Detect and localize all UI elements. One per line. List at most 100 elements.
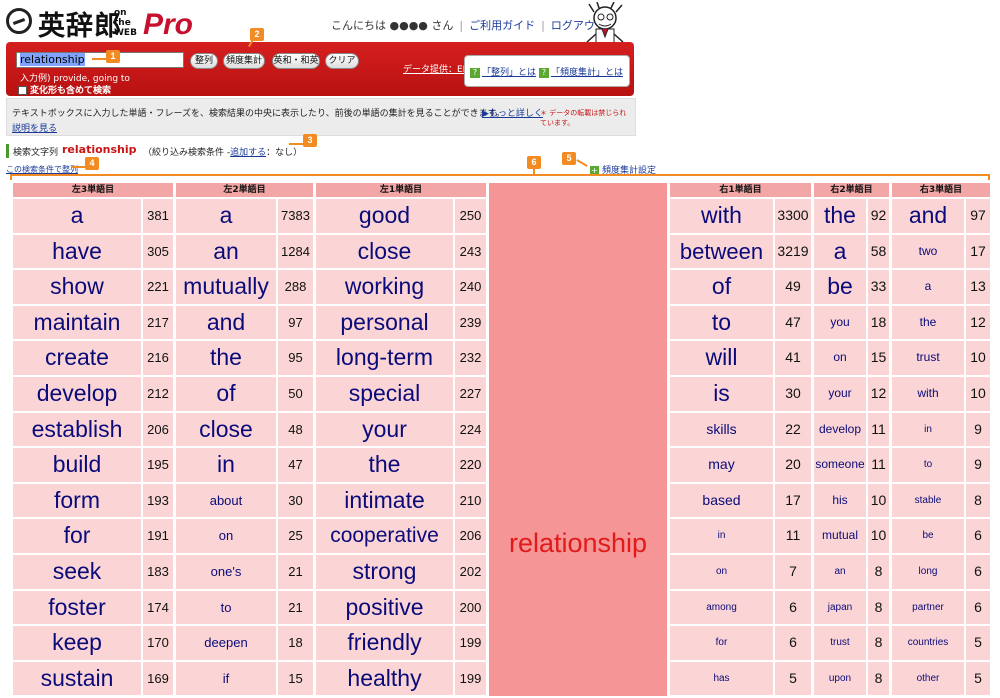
right1-word[interactable]: has <box>670 661 773 696</box>
right1-word[interactable]: skills <box>670 412 773 447</box>
dictionary-button[interactable]: 英和・和英 <box>272 53 320 69</box>
guide-link[interactable]: ご利用ガイド <box>469 19 535 32</box>
left1-word[interactable]: positive <box>316 590 453 625</box>
right1-word[interactable]: between <box>670 234 773 269</box>
more-details-link[interactable]: ▶もっと詳しく <box>482 106 543 119</box>
right2-word[interactable]: you <box>814 305 866 340</box>
frequency-button[interactable]: 頻度集計 <box>223 53 265 69</box>
left3-word[interactable]: form <box>13 483 141 518</box>
left2-word[interactable]: about <box>176 483 276 518</box>
left2-word[interactable]: close <box>176 412 276 447</box>
left2-word[interactable]: on <box>176 519 276 553</box>
right3-word[interactable]: trust <box>892 341 964 375</box>
right1-word[interactable]: may <box>670 448 773 482</box>
right3-word[interactable]: in <box>892 412 964 447</box>
left1-word[interactable]: working <box>316 270 453 304</box>
right3-word[interactable]: two <box>892 234 964 269</box>
right1-word[interactable]: in <box>670 519 773 553</box>
right2-word[interactable]: the <box>814 199 866 233</box>
right2-word[interactable]: his <box>814 483 866 518</box>
right2-word[interactable]: mutual <box>814 519 866 553</box>
right1-word[interactable]: for <box>670 626 773 660</box>
right3-word[interactable]: partner <box>892 590 964 625</box>
right3-word[interactable]: other <box>892 661 964 696</box>
left1-word[interactable]: the <box>316 448 453 482</box>
right1-word[interactable]: with <box>670 199 773 233</box>
left3-word[interactable]: show <box>13 270 141 304</box>
left1-count: 200 <box>455 590 486 625</box>
left2-word[interactable]: in <box>176 448 276 482</box>
left2-word[interactable]: to <box>176 590 276 625</box>
left1-word[interactable]: friendly <box>316 626 453 660</box>
search-input[interactable]: relationship <box>16 52 184 68</box>
left2-word[interactable]: if <box>176 661 276 696</box>
left3-word[interactable]: create <box>13 341 141 375</box>
left1-word[interactable]: long-term <box>316 341 453 375</box>
right2-word[interactable]: be <box>814 270 866 304</box>
left1-word[interactable]: special <box>316 377 453 411</box>
left3-word[interactable]: have <box>13 234 141 269</box>
left3-word[interactable]: build <box>13 448 141 482</box>
right2-word[interactable]: develop <box>814 412 866 447</box>
right1-word[interactable]: based <box>670 483 773 518</box>
right2-word[interactable]: a <box>814 234 866 269</box>
sort-button[interactable]: 整列 <box>190 53 218 69</box>
variant-checkbox-row[interactable]: 変化形も含めて検索 <box>18 83 111 96</box>
left2-word[interactable]: a <box>176 199 276 233</box>
add-filter-link[interactable]: 追加する <box>230 148 266 158</box>
right2-word[interactable]: upon <box>814 661 866 696</box>
right2-word[interactable]: japan <box>814 590 866 625</box>
left3-word[interactable]: establish <box>13 412 141 447</box>
variant-checkbox[interactable] <box>18 86 27 95</box>
table-bracket-tick <box>533 168 535 176</box>
right2-word[interactable]: your <box>814 377 866 411</box>
right3-word[interactable]: a <box>892 270 964 304</box>
right2-word[interactable]: an <box>814 555 866 589</box>
right2-word[interactable]: on <box>814 341 866 375</box>
right3-word[interactable]: be <box>892 519 964 553</box>
right3-word[interactable]: with <box>892 377 964 411</box>
left3-word[interactable]: sustain <box>13 661 141 696</box>
right1-word[interactable]: to <box>670 305 773 340</box>
right3-word[interactable]: countries <box>892 626 964 660</box>
left1-word[interactable]: healthy <box>316 661 453 696</box>
left3-word[interactable]: develop <box>13 377 141 411</box>
left3-word[interactable]: seek <box>13 555 141 589</box>
help-sort-link[interactable]: ? 「整列」とは <box>470 65 536 78</box>
left2-word[interactable]: the <box>176 341 276 375</box>
left3-word[interactable]: keep <box>13 626 141 660</box>
left3-word[interactable]: foster <box>13 590 141 625</box>
right2-word[interactable]: trust <box>814 626 866 660</box>
right1-word[interactable]: on <box>670 555 773 589</box>
left1-word[interactable]: good <box>316 199 453 233</box>
left1-word[interactable]: intimate <box>316 483 453 518</box>
left1-word[interactable]: your <box>316 412 453 447</box>
right1-word[interactable]: will <box>670 341 773 375</box>
right3-word[interactable]: and <box>892 199 964 233</box>
left2-word[interactable]: an <box>176 234 276 269</box>
left3-word[interactable]: a <box>13 199 141 233</box>
left1-word[interactable]: cooperative <box>316 519 453 553</box>
left3-word[interactable]: maintain <box>13 305 141 340</box>
right1-word[interactable]: is <box>670 377 773 411</box>
explanation-link[interactable]: 説明を見る <box>12 121 57 134</box>
left1-word[interactable]: close <box>316 234 453 269</box>
left2-word[interactable]: mutually <box>176 270 276 304</box>
left2-word[interactable]: and <box>176 305 276 340</box>
left2-word[interactable]: deepen <box>176 626 276 660</box>
clear-button[interactable]: クリア <box>325 53 359 69</box>
help-freq-link[interactable]: ? 「頻度集計」とは <box>539 65 623 78</box>
right1-word[interactable]: of <box>670 270 773 304</box>
left1-word[interactable]: personal <box>316 305 453 340</box>
left3-word[interactable]: for <box>13 519 141 553</box>
right1-word[interactable]: among <box>670 590 773 625</box>
right3-word[interactable]: to <box>892 448 964 482</box>
right3-word[interactable]: the <box>892 305 964 340</box>
right3-word[interactable]: stable <box>892 483 964 518</box>
left2-word[interactable]: of <box>176 377 276 411</box>
left2-word[interactable]: one's <box>176 555 276 589</box>
right2-word[interactable]: someone <box>814 448 866 482</box>
left1-word[interactable]: strong <box>316 555 453 589</box>
right3-word[interactable]: long <box>892 555 964 589</box>
right3-count: 13 <box>966 270 990 304</box>
